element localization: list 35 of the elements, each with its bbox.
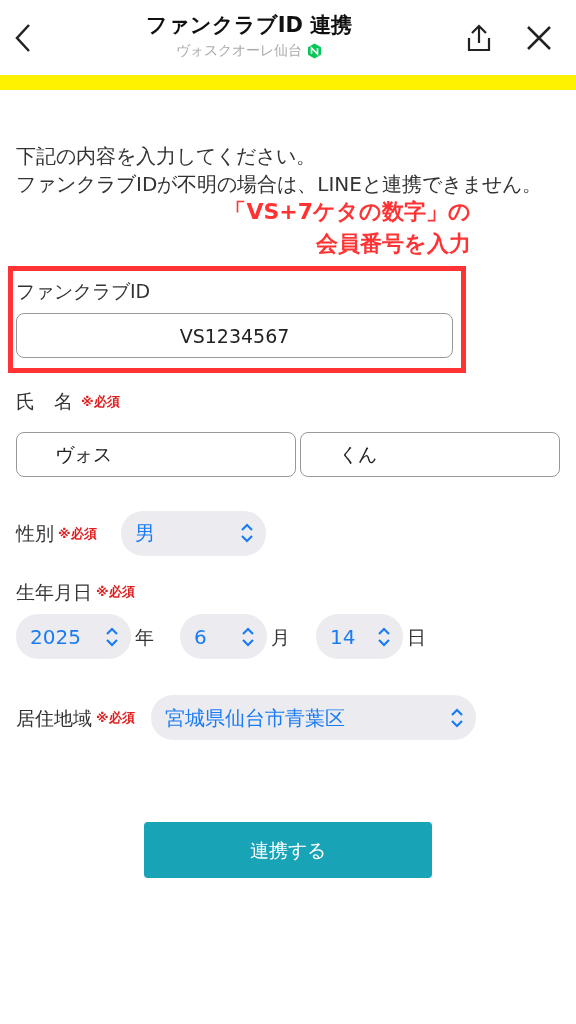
instruction-text: 下記の内容を入力してください。 [16,143,317,170]
unit-label: 月 [271,624,290,650]
field-label: 氏 名 [16,389,73,415]
account-name: ヴォスクオーレ仙台 [176,41,302,61]
dropdown[interactable]: 14 [316,614,403,660]
dropdown[interactable]: 宮城県仙台市青葉区 [150,695,476,741]
chevron-updown-icon [377,626,391,647]
required-mark: ※必須 [81,392,120,411]
page-title: ファンクラブID 連携 [144,12,354,39]
required-mark: ※必須 [96,709,135,728]
dropdown[interactable]: 2025 [16,614,131,660]
back-icon[interactable] [14,22,32,53]
required-mark: ※必須 [96,583,135,602]
fan-id-field[interactable]: VS1234567 [16,313,453,359]
name-field[interactable]: くん [299,431,560,477]
chevron-updown-icon [239,523,254,544]
name-field[interactable]: ヴォス [16,431,296,477]
annotation-text: 会員番号を入力 [315,229,471,258]
instruction-text: ファンクラブIDが不明の場合は、LINEと連携できません。 [16,171,543,198]
field-label: 性別 [16,521,54,547]
dropdown[interactable]: 男 [120,510,266,556]
field-label: ファンクラブID [16,278,152,304]
link-button[interactable]: 連携する [144,822,432,879]
chevron-updown-icon [449,707,464,728]
field-label: 居住地域 [16,705,92,731]
field-label: 生年月日 [16,579,92,605]
annotation-text: 「VS+7ケタの数字」の [223,198,471,226]
unit-label: 年 [135,624,154,650]
share-icon[interactable] [466,23,492,52]
dropdown[interactable]: 6 [180,614,267,660]
required-mark: ※必須 [58,524,97,543]
close-icon[interactable] [526,24,552,51]
chevron-updown-icon [241,626,255,647]
chevron-updown-icon [105,626,119,647]
unit-label: 日 [407,624,426,650]
